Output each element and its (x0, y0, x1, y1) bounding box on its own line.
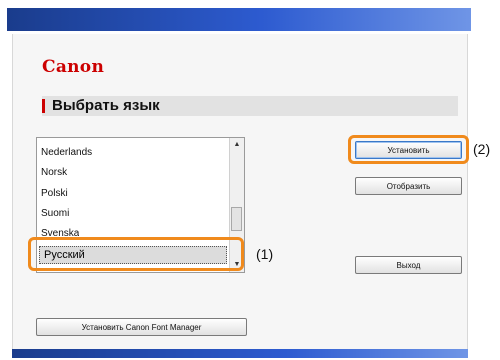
exit-button[interactable]: Выход (355, 256, 462, 274)
canon-logo: Canon (42, 57, 105, 77)
callout-label-2: (2) (473, 141, 491, 157)
heading-accent (42, 99, 45, 113)
list-item-polski[interactable]: Polski (41, 188, 68, 199)
display-button[interactable]: Отобразить (355, 177, 462, 195)
callout-highlight-1 (28, 237, 244, 271)
install-button[interactable]: Установить (355, 141, 462, 159)
page-title: Выбрать язык (52, 97, 160, 114)
list-item-svenska[interactable]: Svenska (41, 228, 79, 237)
install-font-manager-button[interactable]: Установить Canon Font Manager (36, 318, 247, 336)
scroll-thumb[interactable] (231, 207, 242, 231)
list-item-nederlands[interactable]: Nederlands (41, 147, 92, 158)
list-item-norsk[interactable]: Norsk (41, 167, 67, 178)
installer-window: Canon Выбрать язык Nederlands Norsk Pols… (0, 0, 500, 360)
scroll-up-icon[interactable]: ▲ (230, 138, 244, 152)
bottom-bar (12, 349, 468, 358)
title-bar (7, 8, 471, 31)
callout-label-1: (1) (256, 246, 274, 262)
list-item-suomi[interactable]: Suomi (41, 208, 69, 219)
